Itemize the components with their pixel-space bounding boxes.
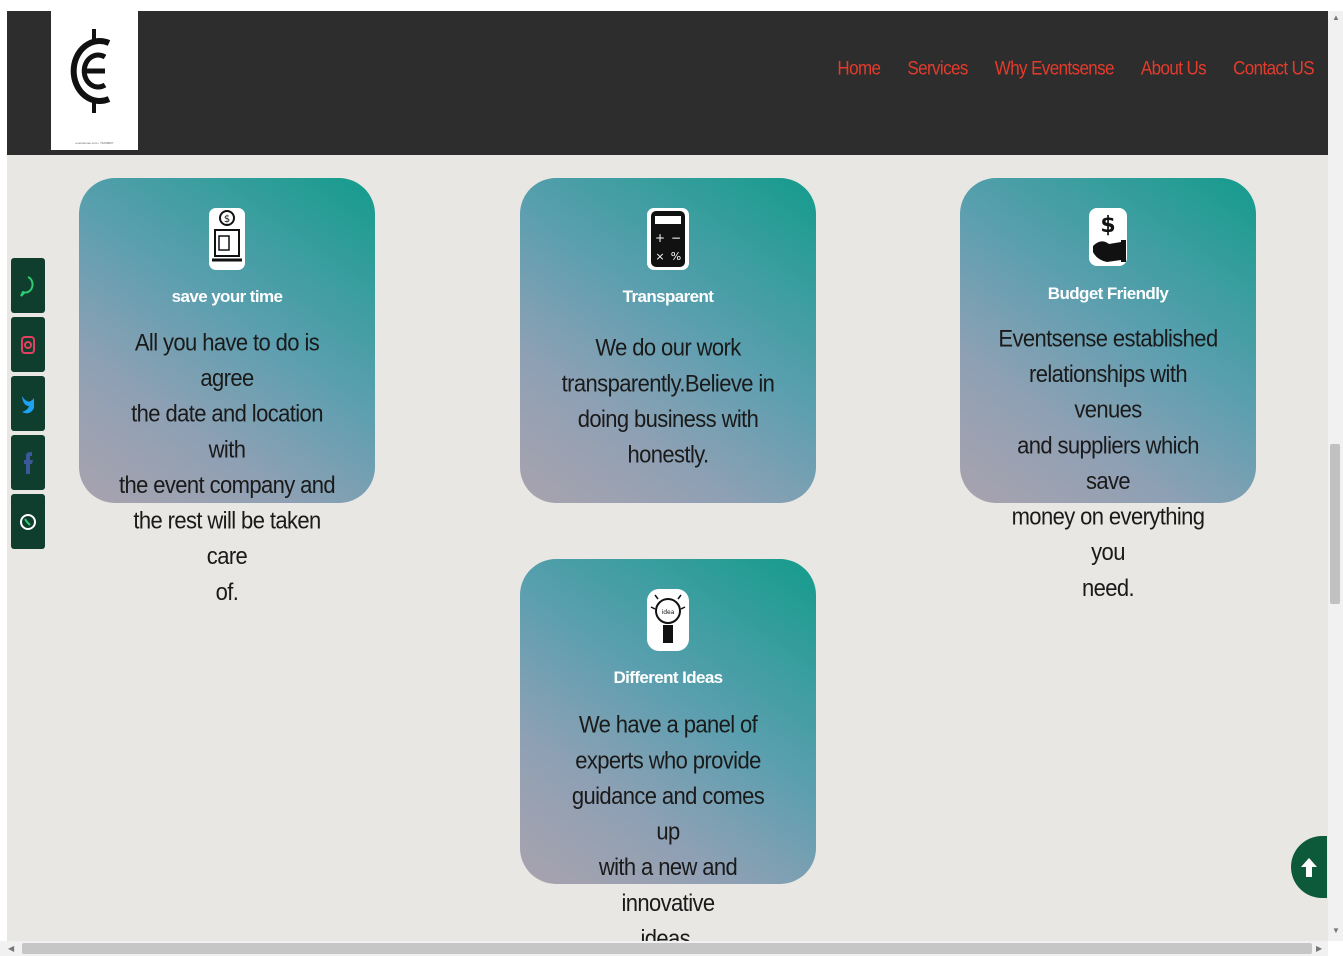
card-text-line: the date and location with xyxy=(131,400,323,463)
social-twitter[interactable] xyxy=(11,376,45,431)
svg-text:×: × xyxy=(655,250,664,263)
feature-card-save-time: $ save your time All you have to do is a… xyxy=(79,178,375,605)
card-text-line: Eventsense established xyxy=(998,324,1218,352)
facebook-icon xyxy=(11,435,45,490)
main-nav: Home Services Why Eventsense About Us Co… xyxy=(810,58,1315,80)
scroll-left-arrow-icon[interactable]: ◀ xyxy=(8,944,14,953)
card-text-line: transparently.Believe in xyxy=(561,369,775,397)
eventsense-logo-icon xyxy=(70,29,111,113)
vertical-scrollbar[interactable]: ▲ ▼ xyxy=(1328,11,1343,941)
card-text-line: need. xyxy=(1081,574,1135,602)
nav-services[interactable]: Services xyxy=(907,58,968,80)
scroll-down-arrow-icon[interactable]: ▼ xyxy=(1332,926,1340,935)
card-title: save your time xyxy=(171,287,283,306)
social-facebook[interactable] xyxy=(11,435,45,490)
scroll-up-arrow-icon[interactable]: ▲ xyxy=(1332,13,1340,22)
card-text-line: We have a panel of xyxy=(578,711,758,739)
scroll-to-top-button[interactable] xyxy=(1291,836,1327,898)
nav-home[interactable]: Home xyxy=(837,58,881,80)
card-text-line: experts who provide xyxy=(575,746,761,774)
card-title: Different Ideas xyxy=(613,668,723,687)
social-whatsapp[interactable] xyxy=(11,258,45,313)
card-text-line: and suppliers which save xyxy=(1017,431,1199,495)
horizontal-scrollbar[interactable]: ◀ ▶ xyxy=(0,941,1328,956)
card-text-line: honestly. xyxy=(627,440,709,468)
social-phone[interactable] xyxy=(11,494,45,549)
vertical-scrollbar-thumb[interactable] xyxy=(1330,444,1340,604)
nav-contact-us[interactable]: Contact US xyxy=(1233,58,1315,80)
whatsapp-icon xyxy=(11,258,45,313)
svg-text:%: % xyxy=(671,250,681,263)
logo-caption: eventsense.com • 74299867 xyxy=(75,141,114,145)
card-text-line: the event company and xyxy=(118,471,336,499)
twitter-icon xyxy=(11,376,45,431)
svg-text:$: $ xyxy=(1100,213,1115,238)
svg-text:idea: idea xyxy=(662,609,675,616)
feature-card-budget-friendly: $ Budget Friendly Eventsense established… xyxy=(960,178,1256,601)
arrow-up-icon xyxy=(1301,858,1317,877)
lightbulb-icon: idea xyxy=(645,587,691,653)
card-title: Transparent xyxy=(622,287,714,306)
calculator-icon: + − × % xyxy=(645,206,691,272)
card-text-line: money on everything you xyxy=(1011,502,1205,566)
social-instagram[interactable] xyxy=(11,317,45,372)
scroll-right-arrow-icon[interactable]: ▶ xyxy=(1316,944,1322,953)
card-description: We do our work transparently.Believe in … xyxy=(558,330,778,473)
hand-dollar-icon: $ xyxy=(1087,206,1129,268)
instagram-icon xyxy=(11,317,45,372)
card-text-line: guidance and comes up xyxy=(571,782,765,845)
feature-card-transparent: + − × % Transparent We do our work trans… xyxy=(520,178,816,503)
feature-card-different-ideas: idea Different Ideas We have a panel of … xyxy=(520,559,816,941)
nav-why-eventsense[interactable]: Why Eventsense xyxy=(995,58,1115,80)
card-text-line: with a new and innovative xyxy=(598,853,738,917)
svg-text:+: + xyxy=(655,231,665,245)
card-text-line: of. xyxy=(215,578,239,606)
svg-text:$: $ xyxy=(224,214,230,225)
card-text-line: All you have to do is agree xyxy=(134,328,320,392)
card-text-line: ideas. xyxy=(640,924,696,941)
laptop-money-icon: $ xyxy=(206,206,248,272)
card-text-line: relationships with venues xyxy=(1029,360,1188,424)
phone-icon xyxy=(11,494,45,549)
card-text-line: the rest will be taken care xyxy=(133,506,321,570)
horizontal-scrollbar-thumb[interactable] xyxy=(22,943,1312,954)
card-description: We have a panel of experts who provide g… xyxy=(558,707,778,941)
card-text-line: We do our work xyxy=(595,334,741,362)
svg-text:−: − xyxy=(671,231,681,245)
header-navbar: eventsense.com • 74299867 Home Services … xyxy=(7,11,1328,155)
page-viewport: eventsense.com • 74299867 Home Services … xyxy=(7,11,1328,941)
logo[interactable]: eventsense.com • 74299867 xyxy=(51,11,138,150)
card-text-line: doing business with xyxy=(577,405,759,433)
card-description: Eventsense established relationships wit… xyxy=(998,320,1218,605)
card-title: Budget Friendly xyxy=(1047,284,1169,303)
nav-about-us[interactable]: About Us xyxy=(1141,58,1207,80)
card-description: All you have to do is agree the date and… xyxy=(117,324,337,609)
